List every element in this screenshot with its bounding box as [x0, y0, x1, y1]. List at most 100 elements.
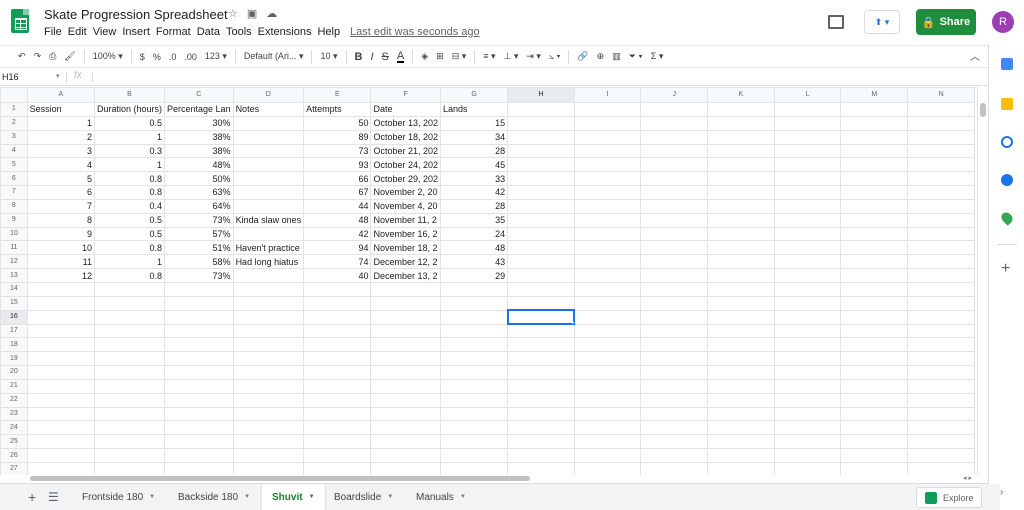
cell[interactable]: [440, 461, 509, 475]
cell[interactable]: [840, 365, 909, 380]
cell[interactable]: 93: [303, 157, 372, 173]
cell[interactable]: [440, 434, 509, 450]
cell[interactable]: [773, 268, 842, 283]
cell[interactable]: [907, 392, 975, 408]
cell[interactable]: [370, 461, 442, 475]
cell[interactable]: [840, 102, 909, 117]
cell[interactable]: [26, 406, 95, 422]
cell[interactable]: [507, 240, 575, 256]
cell[interactable]: [707, 157, 775, 173]
cell[interactable]: [707, 365, 775, 380]
cell[interactable]: [26, 323, 95, 339]
cell[interactable]: [773, 461, 842, 475]
cell[interactable]: [232, 295, 305, 311]
row-header[interactable]: 5: [0, 157, 28, 173]
menu-help[interactable]: Help: [317, 26, 345, 38]
cell[interactable]: [640, 434, 709, 450]
cell[interactable]: [573, 295, 642, 311]
cell[interactable]: 2: [26, 129, 95, 145]
cell[interactable]: [232, 115, 305, 131]
increase-decimal-button[interactable]: .00: [184, 52, 197, 62]
cell[interactable]: [93, 461, 166, 475]
get-addons-plus-icon[interactable]: +: [1001, 260, 1010, 278]
cell[interactable]: 4: [26, 157, 95, 173]
all-sheets-menu-icon[interactable]: ☰: [48, 490, 59, 504]
cell[interactable]: [640, 406, 709, 422]
cell[interactable]: [707, 185, 775, 200]
cell[interactable]: [26, 337, 95, 353]
cell[interactable]: [93, 448, 166, 463]
cell[interactable]: [707, 129, 775, 145]
cell[interactable]: [507, 102, 575, 117]
cell[interactable]: [907, 309, 975, 325]
share-button[interactable]: 🔒 Share: [916, 9, 976, 35]
cell[interactable]: [773, 365, 842, 380]
row-header[interactable]: 13: [0, 268, 28, 283]
cell[interactable]: [232, 323, 305, 339]
vertical-scroll-thumb[interactable]: [980, 103, 986, 117]
contacts-icon[interactable]: [1001, 174, 1013, 186]
cell[interactable]: [907, 268, 975, 283]
cell[interactable]: [303, 337, 372, 353]
cell[interactable]: [507, 143, 575, 159]
menu-data[interactable]: Data: [197, 26, 225, 38]
paint-format-icon[interactable]: 🖌: [64, 51, 75, 62]
cell[interactable]: Lands: [440, 102, 509, 117]
more-formats-button[interactable]: 123 ▾: [205, 51, 227, 62]
cell[interactable]: [507, 185, 575, 200]
cell[interactable]: [640, 226, 709, 242]
select-all-corner[interactable]: [0, 87, 28, 103]
cell[interactable]: 15: [440, 115, 509, 131]
column-header[interactable]: N: [907, 87, 975, 103]
cell[interactable]: [640, 337, 709, 353]
cell[interactable]: Duration (hours): [93, 102, 166, 117]
cell[interactable]: [640, 185, 709, 200]
borders-icon[interactable]: ⊞: [436, 51, 444, 62]
cell[interactable]: [707, 115, 775, 131]
cell[interactable]: [507, 434, 575, 450]
cell[interactable]: [232, 157, 305, 173]
row-header[interactable]: 27: [0, 461, 28, 475]
cell[interactable]: [840, 226, 909, 242]
cell[interactable]: [164, 351, 234, 367]
cell[interactable]: [907, 365, 975, 380]
cell[interactable]: Date: [370, 102, 442, 117]
cell[interactable]: [93, 337, 166, 353]
cell[interactable]: [640, 281, 709, 297]
cell[interactable]: 67: [303, 185, 372, 200]
cell[interactable]: 35: [440, 212, 509, 228]
sheet-tab[interactable]: Backside 180 ▼: [168, 484, 260, 510]
cell[interactable]: [26, 448, 95, 463]
cell[interactable]: [232, 226, 305, 242]
cell[interactable]: [26, 309, 95, 325]
cell[interactable]: [640, 254, 709, 270]
cell[interactable]: [773, 337, 842, 353]
menu-insert[interactable]: Insert: [122, 26, 155, 38]
cell[interactable]: [907, 281, 975, 297]
cell[interactable]: [507, 268, 575, 283]
chevron-down-icon[interactable]: ▼: [149, 494, 155, 500]
cell[interactable]: [707, 461, 775, 475]
cell[interactable]: [93, 434, 166, 450]
cell[interactable]: [573, 337, 642, 353]
cell[interactable]: [26, 420, 95, 436]
cell[interactable]: [440, 448, 509, 463]
cell[interactable]: [303, 365, 372, 380]
cell[interactable]: [573, 143, 642, 159]
cell[interactable]: [26, 351, 95, 367]
cell[interactable]: 7: [26, 198, 95, 214]
cell[interactable]: [573, 378, 642, 394]
cell[interactable]: 6: [26, 185, 95, 200]
cell[interactable]: [707, 420, 775, 436]
cell[interactable]: [707, 212, 775, 228]
row-header[interactable]: 2: [0, 115, 28, 131]
row-header[interactable]: 18: [0, 337, 28, 353]
cell[interactable]: [707, 337, 775, 353]
cell[interactable]: [773, 309, 842, 325]
cell[interactable]: [370, 448, 442, 463]
active-cell[interactable]: [506, 309, 576, 325]
sheet-tab[interactable]: Boardslide ▼: [324, 484, 403, 510]
cell[interactable]: [640, 323, 709, 339]
cell[interactable]: [773, 406, 842, 422]
italic-button[interactable]: I: [370, 51, 373, 63]
